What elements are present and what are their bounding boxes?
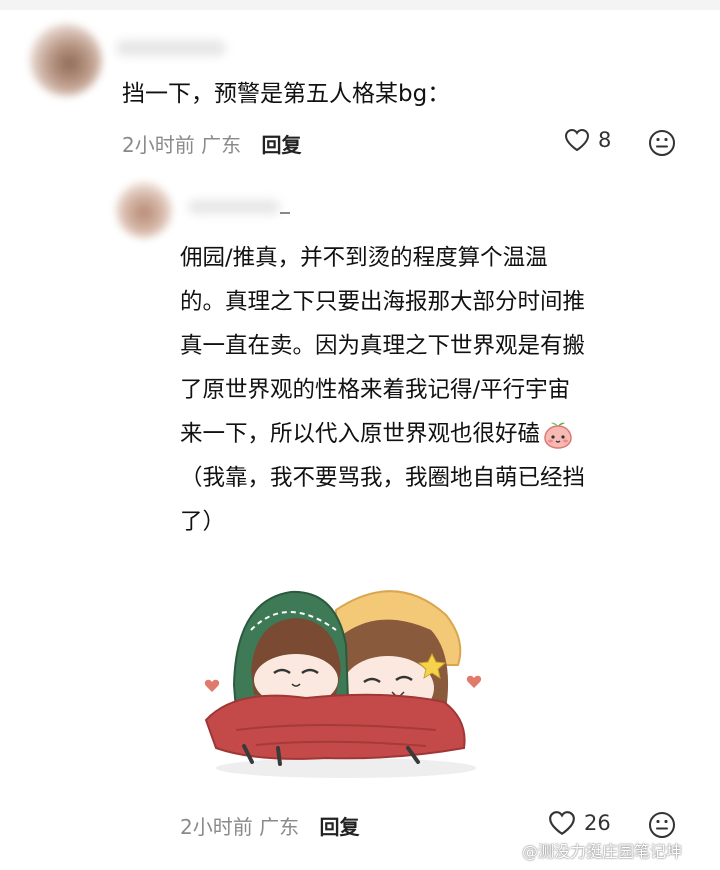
comment-location: 广东 bbox=[259, 815, 300, 839]
comment-line: （我靠，我不要骂我，我圈地自萌已经挡 bbox=[180, 465, 586, 491]
avatar[interactable] bbox=[116, 182, 172, 238]
smiley-icon[interactable] bbox=[648, 811, 676, 839]
comment-line: 的。真理之下只要出海报那大部分时间推 bbox=[180, 289, 586, 315]
heart-outline-icon bbox=[564, 128, 590, 152]
like-count: 8 bbox=[598, 128, 612, 152]
reply-button[interactable]: 回复 bbox=[261, 133, 301, 157]
comment-meta: 2小时前 广东 回复 bbox=[122, 129, 301, 158]
comment-line: 了） bbox=[180, 509, 226, 535]
comment-image-sticker[interactable] bbox=[196, 570, 496, 790]
comment-line: 了原世界观的性格来着我记得/平行宇宙 bbox=[180, 377, 571, 403]
comment-location: 广东 bbox=[201, 133, 242, 157]
smiley-icon[interactable] bbox=[648, 129, 676, 157]
watermark: @测没力挺庄园笔记坤 bbox=[496, 838, 682, 862]
comment-time: 2小时前 bbox=[180, 815, 253, 839]
like-button[interactable]: 8 bbox=[564, 128, 611, 152]
like-button[interactable]: 26 bbox=[548, 810, 611, 836]
avatar[interactable] bbox=[30, 24, 102, 96]
comment-line: 真一直在卖。因为真理之下世界观是有搬 bbox=[180, 333, 586, 359]
username-blurred[interactable] bbox=[188, 200, 280, 214]
watermark-text: @测没力挺庄园笔记坤 bbox=[522, 842, 683, 861]
peach-face-icon bbox=[544, 422, 572, 449]
username-suffix-dash bbox=[280, 212, 290, 214]
top-divider bbox=[0, 0, 720, 10]
heart-outline-icon bbox=[549, 811, 575, 836]
reply-button[interactable]: 回复 bbox=[319, 815, 359, 839]
username-blurred[interactable] bbox=[116, 40, 226, 56]
comment-meta: 2小时前 广东 回复 bbox=[180, 811, 359, 840]
weibo-logo-icon bbox=[496, 843, 517, 859]
comment-time: 2小时前 bbox=[122, 133, 195, 157]
comment-line: 来一下，所以代入原世界观也很好磕 bbox=[180, 421, 541, 447]
like-count: 26 bbox=[584, 811, 611, 835]
comment-text: 佣园/推真，并不到烫的程度算个温温 的。真理之下只要出海报那大部分时间推 真一直… bbox=[180, 236, 700, 544]
comment-line-with-emoji: 来一下，所以代入原世界观也很好磕 bbox=[180, 412, 700, 456]
comment-line: 佣园/推真，并不到烫的程度算个温温 bbox=[180, 245, 548, 271]
comment-text: 挡一下，预警是第五人格某bg： bbox=[122, 81, 451, 107]
